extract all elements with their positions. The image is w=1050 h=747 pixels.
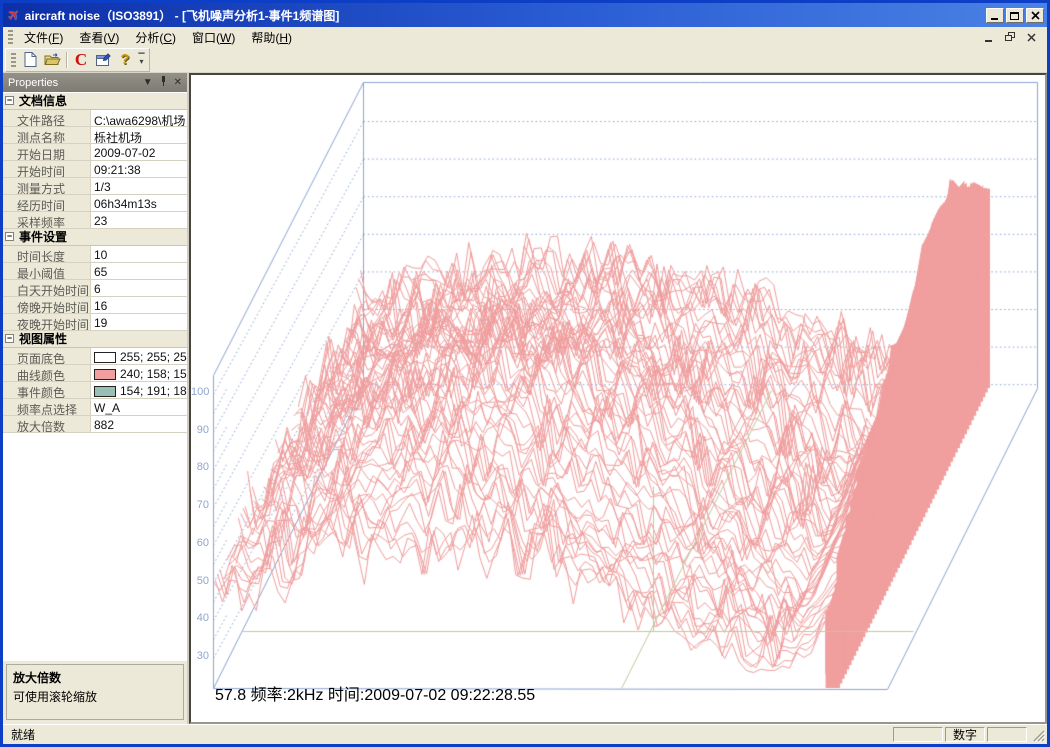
prop-row-curve-color: 曲线颜色 240; 158; 15 <box>3 365 187 382</box>
y-tick-label: 30 <box>191 650 209 662</box>
color-swatch[interactable] <box>94 369 116 380</box>
app-window: ✈ aircraft noise（ISO3891） - [飞机噪声分析1-事件1… <box>0 0 1050 747</box>
y-tick-label: 80 <box>191 461 209 473</box>
prop-value[interactable]: C:\awa6298\机场 <box>91 110 187 126</box>
prop-value[interactable]: 65 <box>91 263 187 279</box>
y-tick-label: 100 <box>191 386 209 398</box>
section-document-info[interactable]: − 文档信息 <box>3 93 187 110</box>
menu-help[interactable]: 帮助(H) <box>243 27 300 48</box>
prop-row-day-start: 白天开始时间 6 <box>3 280 187 297</box>
y-tick-label: 50 <box>191 575 209 587</box>
prop-row-zoom-factor: 放大倍数 882 <box>3 416 187 433</box>
status-bar: 就绪 数字 <box>3 724 1047 744</box>
prop-row-night-start: 夜晚开始时间 19 <box>3 314 187 331</box>
maximize-button[interactable] <box>1006 8 1024 23</box>
new-document-icon[interactable] <box>19 50 41 70</box>
collapse-icon[interactable]: − <box>5 96 14 105</box>
toolbar-grip-icon[interactable] <box>11 53 16 67</box>
status-pane-num: 数字 <box>945 727 985 742</box>
menu-window[interactable]: 窗口(W) <box>184 27 243 48</box>
prop-row-time-length: 时间长度 10 <box>3 246 187 263</box>
prop-value[interactable]: 10 <box>91 246 187 262</box>
prop-row-measure-mode: 测量方式 1/3 <box>3 178 187 195</box>
panel-dropdown-icon[interactable]: ▼ <box>143 78 153 88</box>
prop-value[interactable]: 19 <box>91 314 187 330</box>
status-pane-3 <box>987 727 1027 742</box>
main-area: Properties ▼ ✕ − 文档信息 文件路径 C:\awa6298\机场… <box>3 73 1047 724</box>
window-title: aircraft noise（ISO3891） - [飞机噪声分析1-事件1频谱… <box>25 7 986 24</box>
menu-bar: 文件(F) 查看(V) 分析(C) 窗口(W) 帮助(H) <box>3 27 1047 47</box>
close-button[interactable] <box>1026 8 1044 23</box>
properties-panel-header[interactable]: Properties ▼ ✕ <box>3 73 187 92</box>
menu-file[interactable]: 文件(F) <box>16 27 71 48</box>
help-box-title: 放大倍数 <box>13 669 177 686</box>
prop-value[interactable]: 240; 158; 15 <box>91 365 187 381</box>
property-help-box: 放大倍数 可使用滚轮缩放 <box>6 664 184 720</box>
waterfall-canvas[interactable] <box>191 75 1044 722</box>
resize-grip-icon[interactable] <box>1031 728 1045 742</box>
section-view-properties[interactable]: − 视图属性 <box>3 331 187 348</box>
prop-value[interactable]: 154; 191; 18 <box>91 382 187 398</box>
prop-row-start-date: 开始日期 2009-07-02 <box>3 144 187 161</box>
prop-row-freq-point: 频率点选择 W_A <box>3 399 187 416</box>
spectrum-chart-window: 100 90 80 70 60 50 40 30 57.8 频率:2kHz 时间:2009-0… <box>189 73 1047 724</box>
title-bar[interactable]: ✈ aircraft noise（ISO3891） - [飞机噪声分析1-事件1… <box>3 3 1047 27</box>
prop-value[interactable]: 2009-07-02 <box>91 144 187 160</box>
properties-dialog-icon[interactable] <box>92 50 114 70</box>
prop-row-min-threshold: 最小阈值 65 <box>3 263 187 280</box>
help-icon[interactable]: ? <box>114 50 136 70</box>
app-airplane-icon: ✈ <box>5 5 24 25</box>
prop-row-site-name: 测点名称 栎社机场 <box>3 127 187 144</box>
panel-pin-icon[interactable] <box>159 76 168 89</box>
status-pane-1 <box>893 727 943 742</box>
minimize-button[interactable] <box>986 8 1004 23</box>
y-tick-label: 40 <box>191 612 209 624</box>
properties-panel-title: Properties <box>8 77 137 89</box>
prop-value[interactable]: 882 <box>91 416 187 432</box>
cursor-readout: 57.8 频率:2kHz 时间:2009-07-02 09:22:28.55 <box>215 681 535 705</box>
help-box-text: 可使用滚轮缩放 <box>13 688 177 705</box>
prop-value[interactable]: 栎社机场 <box>91 127 187 143</box>
prop-value[interactable]: 06h34m13s <box>91 195 187 211</box>
properties-panel: Properties ▼ ✕ − 文档信息 文件路径 C:\awa6298\机场… <box>3 73 189 724</box>
prop-value[interactable]: 23 <box>91 212 187 228</box>
status-text: 就绪 <box>5 726 893 743</box>
menu-view[interactable]: 查看(V) <box>71 27 127 48</box>
prop-value[interactable]: 6 <box>91 280 187 296</box>
toolbar-separator <box>66 52 67 68</box>
prop-row-event-color: 事件颜色 154; 191; 18 <box>3 382 187 399</box>
prop-value[interactable]: W_A <box>91 399 187 415</box>
prop-row-page-color: 页面底色 255; 255; 25 <box>3 348 187 365</box>
collapse-icon[interactable]: − <box>5 334 14 343</box>
color-swatch[interactable] <box>94 352 116 363</box>
section-event-settings[interactable]: − 事件设置 <box>3 229 187 246</box>
mdi-minimize-icon[interactable] <box>982 31 997 44</box>
y-tick-label: 90 <box>191 424 209 436</box>
toolbar-overflow-icon[interactable]: ▔▾ <box>136 50 147 70</box>
y-tick-label: 60 <box>191 537 209 549</box>
prop-row-start-time: 开始时间 09:21:38 <box>3 161 187 178</box>
open-folder-icon[interactable] <box>41 50 63 70</box>
prop-value[interactable]: 255; 255; 25 <box>91 348 187 364</box>
color-swatch[interactable] <box>94 386 116 397</box>
prop-value[interactable]: 16 <box>91 297 187 313</box>
prop-row-evening-start: 傍晚开始时间 16 <box>3 297 187 314</box>
menubar-grip-icon[interactable] <box>8 30 13 44</box>
y-tick-label: 70 <box>191 499 209 511</box>
mdi-restore-icon[interactable] <box>1003 31 1018 44</box>
panel-close-icon[interactable]: ✕ <box>174 78 182 88</box>
mdi-close-icon[interactable] <box>1024 31 1039 44</box>
prop-row-file-path: 文件路径 C:\awa6298\机场 <box>3 110 187 127</box>
menu-analysis[interactable]: 分析(C) <box>127 27 184 48</box>
collapse-icon[interactable]: − <box>5 232 14 241</box>
chart-client: 100 90 80 70 60 50 40 30 57.8 频率:2kHz 时间:2009-0… <box>191 75 1045 722</box>
tool-bar: C ? ▔▾ <box>3 47 1047 73</box>
calibrate-c-icon[interactable]: C <box>70 50 92 70</box>
prop-value[interactable]: 1/3 <box>91 178 187 194</box>
prop-row-sample-rate: 采样频率 23 <box>3 212 187 229</box>
prop-value[interactable]: 09:21:38 <box>91 161 187 177</box>
property-grid: − 文档信息 文件路径 C:\awa6298\机场 测点名称 栎社机场 开始日期… <box>3 92 187 661</box>
prop-row-elapsed-time: 经历时间 06h34m13s <box>3 195 187 212</box>
